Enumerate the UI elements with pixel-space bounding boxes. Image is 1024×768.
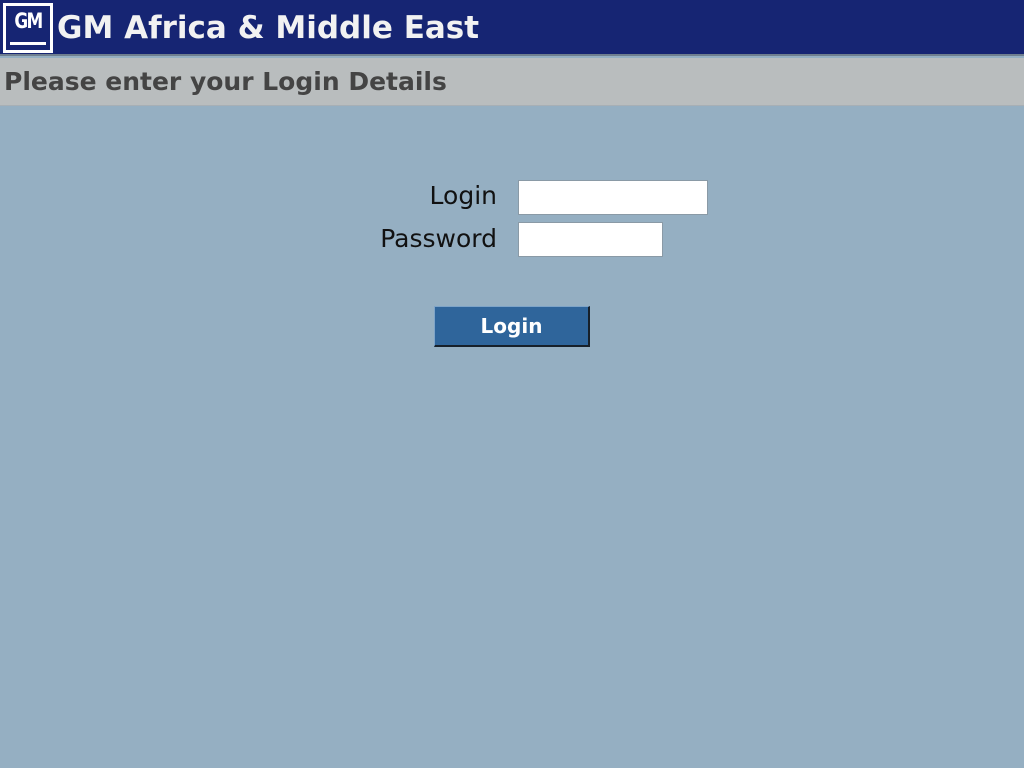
gm-logo-icon: GM: [3, 3, 53, 53]
login-label: Login: [429, 181, 497, 210]
gm-logo-text: GM: [14, 9, 43, 33]
password-label: Password: [380, 224, 497, 253]
login-button[interactable]: Login: [434, 306, 590, 347]
password-input[interactable]: [518, 222, 663, 257]
instruction-bar: Please enter your Login Details: [0, 58, 1024, 106]
login-input[interactable]: [518, 180, 708, 215]
gm-logo-inner: GM: [6, 6, 50, 50]
top-banner: GM GM Africa & Middle East: [0, 0, 1024, 56]
app-title: GM Africa & Middle East: [57, 10, 480, 46]
gm-logo-underline: [10, 42, 46, 45]
instruction-text: Please enter your Login Details: [4, 67, 447, 96]
